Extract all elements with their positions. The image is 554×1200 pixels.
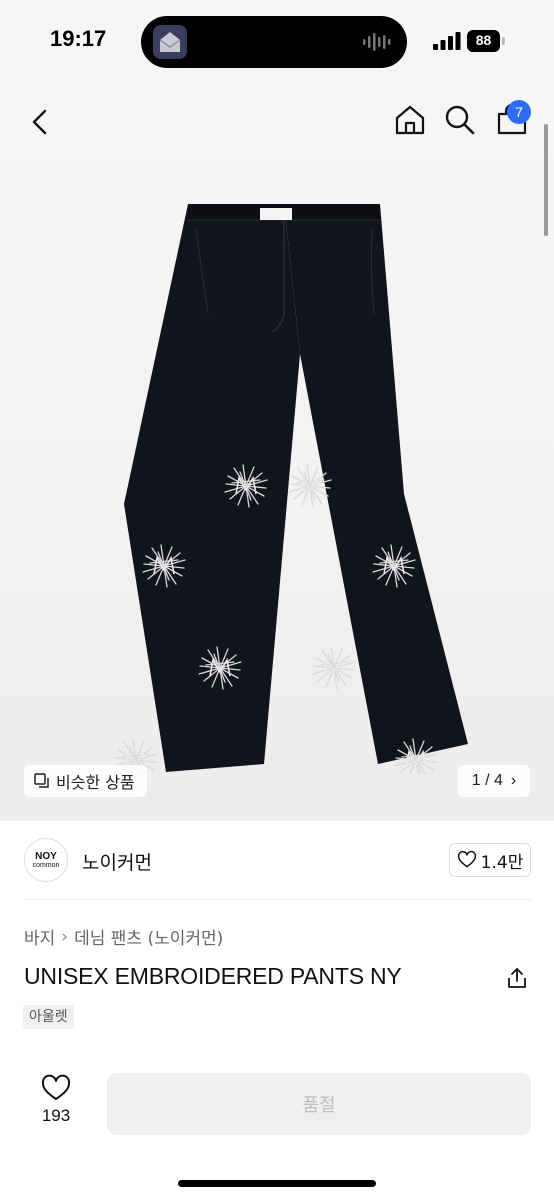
battery-level: 88 <box>475 32 492 48</box>
brand-like-button[interactable]: 1.4만 <box>449 843 531 877</box>
wishlist-count: 193 <box>41 1106 71 1125</box>
product-title: UNISEX EMBROIDERED PANTS NY <box>24 963 402 989</box>
image-pager[interactable]: 1 / 4 › <box>458 765 530 797</box>
seller-logo-text-top: NOY <box>35 850 57 862</box>
heart-icon <box>41 1074 71 1100</box>
similar-products-button[interactable]: 비슷한 상품 <box>24 765 147 797</box>
pager-text: 1 / 4 <box>471 772 503 789</box>
breadcrumb-item-subcategory[interactable]: 데님 팬츠 (노이커먼) <box>74 924 223 949</box>
search-icon[interactable] <box>444 104 476 136</box>
battery-cap <box>502 37 505 45</box>
breadcrumb-separator-icon: › <box>61 926 69 947</box>
cellular-signal-icon <box>433 32 461 50</box>
scroll-indicator <box>544 124 548 236</box>
product-image-gallery[interactable]: 7 비슷한 상품 1 / 4 › <box>0 84 554 821</box>
dynamic-island <box>141 16 407 68</box>
home-indicator[interactable] <box>178 1180 376 1187</box>
back-chevron-icon[interactable] <box>24 106 56 138</box>
status-bar: 19:17 88 <box>0 0 554 84</box>
copy-icon <box>34 773 49 788</box>
status-time: 19:17 <box>50 26 107 51</box>
breadcrumb-item-category[interactable]: 바지 <box>24 924 55 949</box>
divider <box>24 899 531 900</box>
home-icon[interactable] <box>394 104 426 136</box>
now-playing-app-icon <box>153 25 187 59</box>
product-image-pants <box>114 204 468 774</box>
battery-indicator: 88 <box>467 30 505 52</box>
similar-products-label: 비슷한 상품 <box>56 773 135 792</box>
brand-like-count: 1.4만 <box>480 852 524 873</box>
bottom-action-bar: 193 품절 <box>0 1058 554 1200</box>
seller-name[interactable]: 노이커먼 <box>82 848 152 875</box>
seller-logo[interactable]: NOY common <box>24 838 68 882</box>
outlet-tag: 아울렛 <box>23 1005 74 1029</box>
share-icon[interactable] <box>505 966 529 990</box>
sold-out-button[interactable]: 품절 <box>107 1073 531 1135</box>
cart-count-badge: 7 <box>507 100 531 124</box>
chevron-right-icon: › <box>510 772 517 789</box>
seller-logo-text-bottom: common <box>32 861 60 869</box>
breadcrumb: 바지 › 데님 팬츠 (노이커먼) <box>24 924 223 950</box>
heart-icon <box>457 850 476 868</box>
wishlist-button[interactable]: 193 <box>30 1074 82 1134</box>
audio-wave-icon <box>363 33 391 51</box>
